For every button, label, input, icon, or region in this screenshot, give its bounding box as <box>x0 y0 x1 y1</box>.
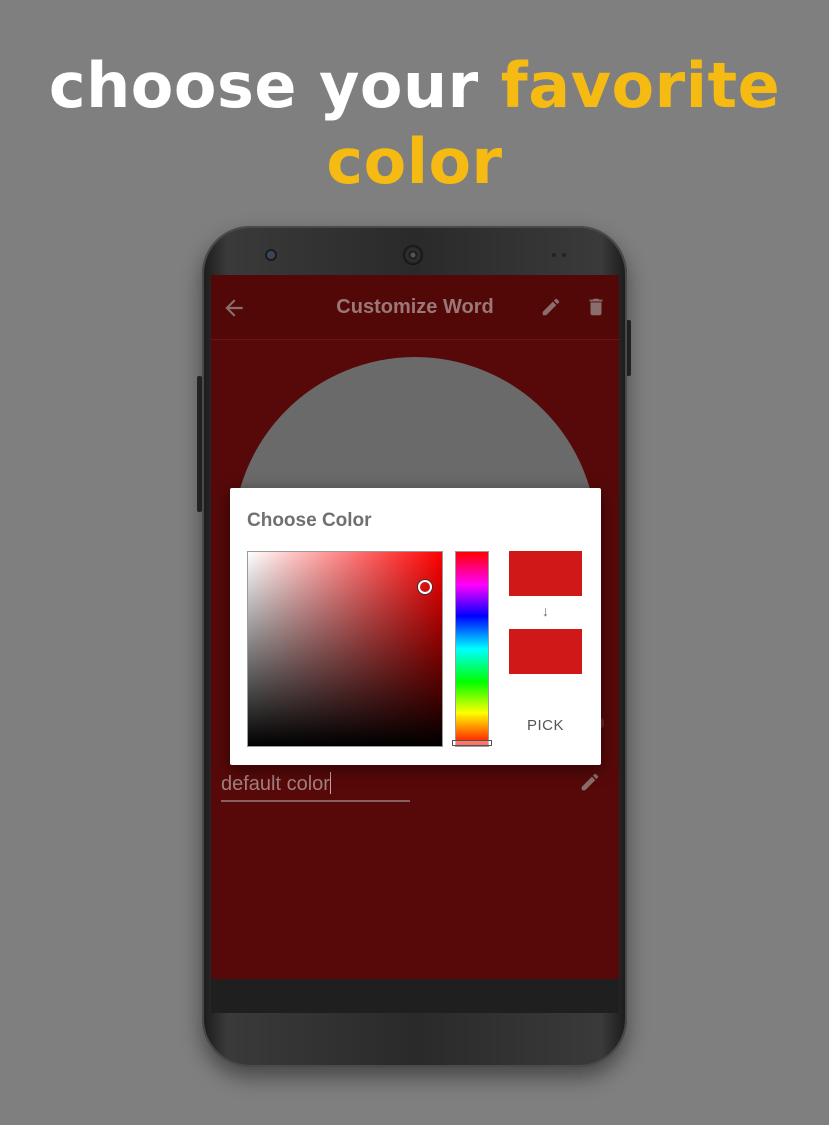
app-bar: Customize Word <box>211 275 619 340</box>
front-camera <box>267 251 275 259</box>
pencil-icon[interactable] <box>579 771 601 793</box>
light-sensor <box>562 253 566 257</box>
new-color-swatch <box>509 629 582 674</box>
headline-yellow-text: favorite <box>500 49 781 122</box>
earpiece-speaker <box>403 245 423 265</box>
word-text-value: default color <box>221 773 330 795</box>
proximity-sensor <box>552 253 556 257</box>
pencil-icon[interactable] <box>540 296 562 318</box>
color-picker-dialog: Choose Color ↓ PICK <box>230 488 601 765</box>
picker-knob[interactable] <box>418 580 432 594</box>
headline: choose your favorite color <box>0 48 829 200</box>
hue-slider[interactable] <box>452 551 492 747</box>
word-text-field[interactable]: default color <box>221 772 410 802</box>
text-cursor <box>329 772 331 794</box>
trash-icon[interactable] <box>585 294 607 320</box>
old-color-swatch <box>509 551 582 596</box>
headline-yellow-text-2: color <box>326 125 503 198</box>
headline-white-text: choose your <box>48 49 479 122</box>
phone-bottom-bezel <box>211 979 619 1013</box>
pick-button[interactable]: PICK <box>509 717 582 734</box>
dialog-title: Choose Color <box>247 510 372 531</box>
arrow-down-icon: ↓ <box>542 603 549 619</box>
hue-slider-handle[interactable] <box>452 740 492 746</box>
saturation-value-picker[interactable] <box>247 551 443 747</box>
